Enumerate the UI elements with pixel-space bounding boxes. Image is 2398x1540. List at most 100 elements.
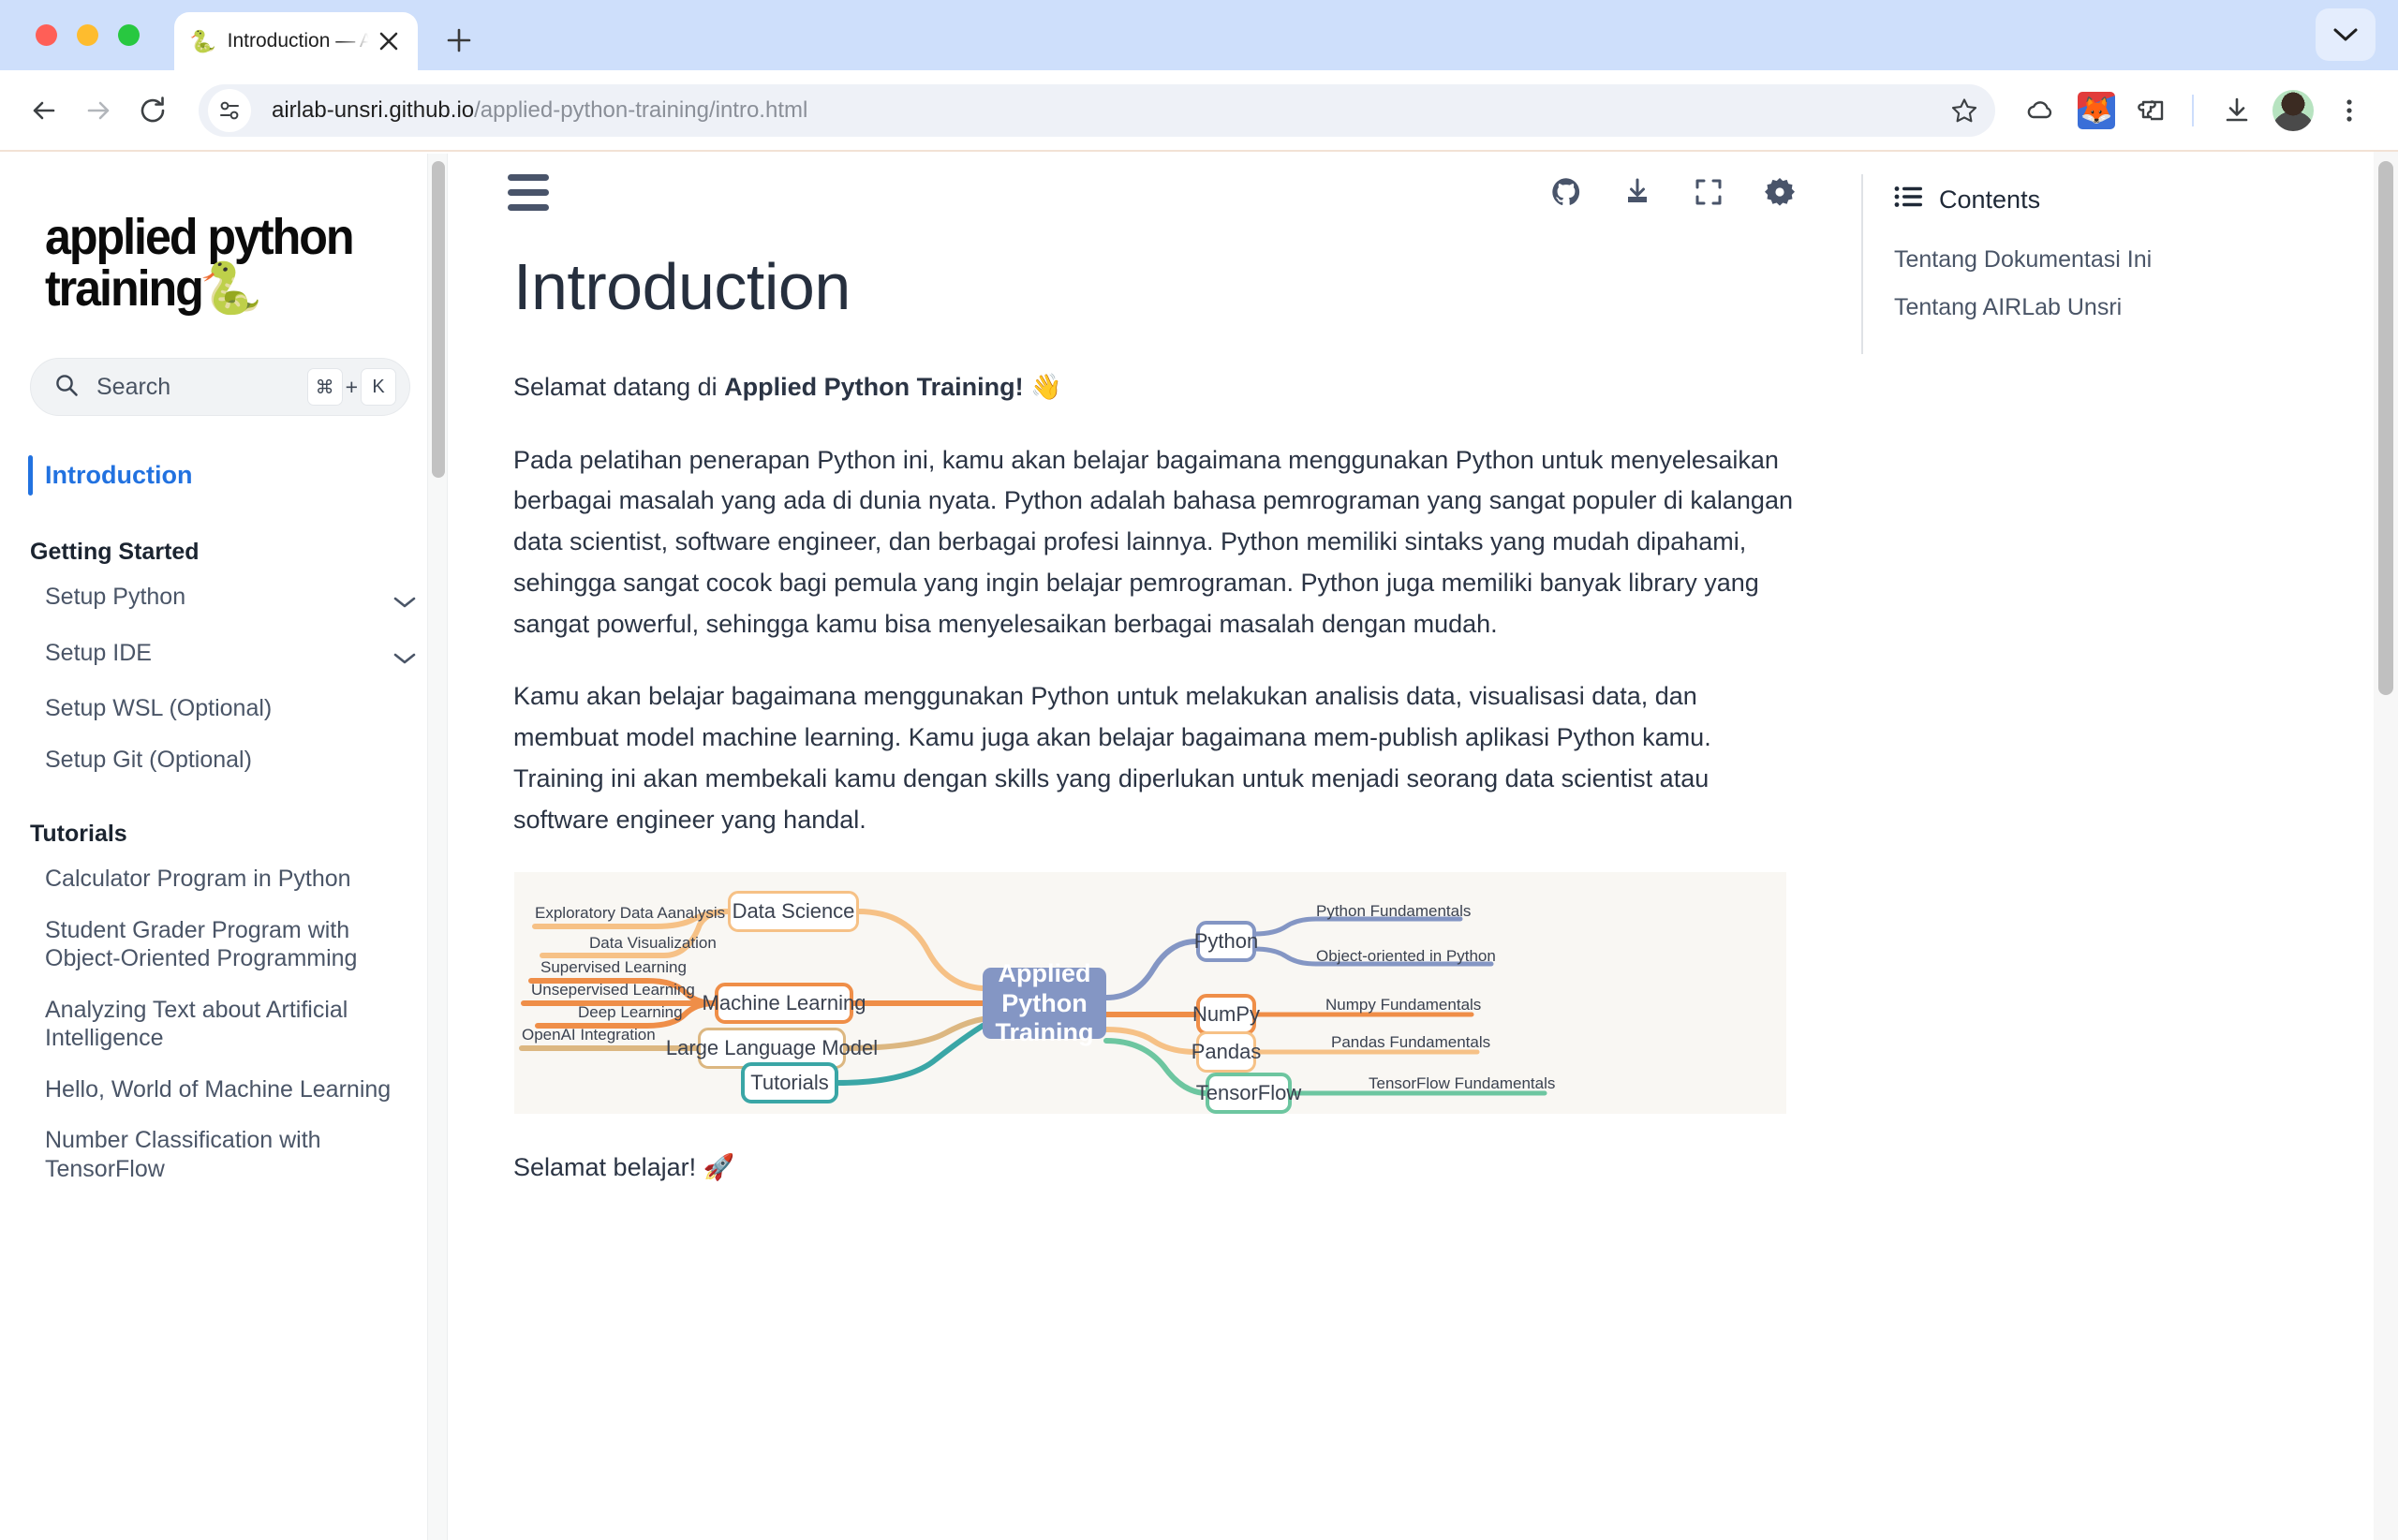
window-traffic-lights bbox=[36, 24, 140, 46]
contents-header: Contents bbox=[1894, 185, 2377, 215]
mindmap-node-machine-learning: Machine Learning bbox=[703, 983, 866, 1025]
page-scrollbar-thumb[interactable] bbox=[2378, 161, 2393, 695]
browser-toolbar: airlab-unsri.github.io/applied-python-tr… bbox=[0, 70, 2398, 150]
article-body: Introduction Selamat datang di Applied P… bbox=[468, 232, 1860, 1189]
sidebar-item-label: Number Classification with TensorFlow bbox=[45, 1127, 321, 1182]
paragraph-2: Kamu akan belajar bagaimana menggunakan … bbox=[513, 682, 1711, 834]
maximize-window-button[interactable] bbox=[118, 24, 140, 46]
reload-button[interactable] bbox=[126, 83, 180, 138]
menu-icon[interactable] bbox=[508, 173, 549, 211]
contents-divider bbox=[1861, 174, 1863, 354]
sidebar-item-calculator-program[interactable]: Calculator Program in Python bbox=[0, 853, 448, 905]
sidebar-item-label: Analyzing Text about Artificial Intellig… bbox=[45, 996, 348, 1052]
mindmap-node-tutorials: Tutorials bbox=[741, 1062, 838, 1104]
logo-line-1: applied python bbox=[45, 209, 355, 265]
sidebar-item-analyzing-text[interactable]: Analyzing Text about Artificial Intellig… bbox=[0, 985, 448, 1064]
search-kbd-modifier: ⌘ bbox=[306, 368, 343, 407]
forward-button[interactable] bbox=[71, 83, 126, 138]
sidebar-item-student-grader[interactable]: Student Grader Program with Object-Orien… bbox=[0, 905, 448, 985]
new-tab-button[interactable] bbox=[437, 18, 481, 63]
sidebar-item-setup-python[interactable]: Setup Python bbox=[0, 571, 448, 628]
page-scrollbar[interactable] bbox=[2374, 152, 2398, 1540]
mindmap-node-data-science: Data Science bbox=[728, 891, 859, 933]
site-logo[interactable]: applied python training🐍 bbox=[45, 209, 385, 318]
mindmap-figure: Exploratory Data Aanalysis Data Visualiz… bbox=[514, 872, 1786, 1115]
fox-extension-icon[interactable] bbox=[2070, 84, 2123, 137]
welcome-pre: Selamat datang di bbox=[513, 373, 725, 401]
contents-link-tentang-dokumentasi[interactable]: Tentang Dokumentasi Ini bbox=[1894, 246, 2377, 274]
close-window-button[interactable] bbox=[36, 24, 57, 46]
tab-favicon-icon: 🐍 bbox=[189, 28, 216, 53]
back-button[interactable] bbox=[17, 83, 71, 138]
close-tab-icon[interactable] bbox=[373, 25, 405, 57]
browser-tab[interactable]: 🐍 Introduction — Applied Python Training bbox=[174, 12, 418, 70]
main-content: Introduction Selamat datang di Applied P… bbox=[468, 152, 1860, 1540]
sidebar-item-setup-ide[interactable]: Setup IDE bbox=[0, 628, 448, 684]
sidebar-item-setup-wsl[interactable]: Setup WSL (Optional) bbox=[0, 683, 448, 734]
github-icon[interactable] bbox=[1547, 173, 1585, 211]
sidebar-item-label: Setup IDE bbox=[45, 639, 152, 666]
sidebar-heading-getting-started: Getting Started bbox=[30, 539, 200, 566]
chevron-down-icon[interactable] bbox=[393, 644, 416, 673]
sidebar-item-label: Setup Python bbox=[45, 584, 186, 611]
chrome-menu-icon[interactable] bbox=[2323, 84, 2376, 137]
mindmap-leaf: Deep Learning bbox=[578, 1003, 683, 1022]
toolbar-divider bbox=[2192, 94, 2194, 126]
bookmark-star-icon[interactable] bbox=[1941, 87, 1988, 134]
search-icon bbox=[53, 372, 80, 403]
welcome-bold: Applied Python Training! bbox=[724, 373, 1024, 401]
settings-gear-icon[interactable] bbox=[1761, 173, 1798, 211]
sidebar-item-setup-git[interactable]: Setup Git (Optional) bbox=[0, 734, 448, 786]
mindmap-leaf: Exploratory Data Aanalysis bbox=[535, 904, 726, 923]
mindmap-leaf: Numpy Fundamentals bbox=[1325, 996, 1482, 1014]
search-placeholder: Search bbox=[96, 373, 171, 400]
cloud-icon[interactable] bbox=[2014, 84, 2066, 137]
fullscreen-icon[interactable] bbox=[1690, 173, 1727, 211]
welcome-paragraph: Selamat datang di Applied Python Trainin… bbox=[513, 367, 1798, 408]
article-toolbar bbox=[468, 152, 1860, 232]
closing-paragraph: Selamat belajar! 🚀 bbox=[513, 1153, 735, 1182]
sidebar-heading-tutorials: Tutorials bbox=[30, 821, 127, 848]
profile-avatar[interactable] bbox=[2267, 84, 2319, 137]
address-bar-url: airlab-unsri.github.io/applied-python-tr… bbox=[272, 97, 807, 124]
list-icon bbox=[1894, 185, 1922, 215]
mindmap-node-python: Python bbox=[1194, 921, 1258, 963]
sidebar-scrollbar-thumb[interactable] bbox=[432, 161, 445, 478]
wave-emoji-icon: 👋 bbox=[1023, 373, 1062, 401]
contents-link-tentang-airlab[interactable]: Tentang AIRLab Unsri bbox=[1894, 294, 2377, 321]
mindmap-node-numpy: NumPy bbox=[1192, 994, 1260, 1036]
mindmap-leaf: Pandas Fundamentals bbox=[1331, 1033, 1491, 1052]
downloads-icon[interactable] bbox=[2211, 84, 2263, 137]
tab-search-chevron-button[interactable] bbox=[2316, 8, 2376, 61]
address-bar[interactable]: airlab-unsri.github.io/applied-python-tr… bbox=[199, 83, 1995, 137]
site-settings-icon[interactable] bbox=[208, 88, 251, 132]
sidebar-item-label: Calculator Program in Python bbox=[45, 866, 351, 893]
minimize-window-button[interactable] bbox=[77, 24, 98, 46]
sidebar-item-number-classification[interactable]: Number Classification with TensorFlow bbox=[0, 1115, 448, 1194]
url-host: airlab-unsri.github.io bbox=[272, 96, 475, 123]
snake-emoji-icon: 🐍 bbox=[200, 260, 263, 318]
contents-panel: Contents Tentang Dokumentasi Ini Tentang… bbox=[1860, 152, 2377, 1540]
chevron-down-icon[interactable] bbox=[393, 587, 416, 616]
contents-title: Contents bbox=[1939, 185, 2041, 214]
page-viewport: applied python training🐍 Search ⌘ + K In… bbox=[0, 150, 2398, 1540]
browser-window: 🐍 Introduction — Applied Python Training bbox=[0, 0, 2398, 1540]
sidebar-item-label: Hello, World of Machine Learning bbox=[45, 1075, 392, 1103]
search-kbd-plus: + bbox=[345, 374, 358, 399]
download-icon[interactable] bbox=[1619, 173, 1656, 211]
tab-title: Introduction — Applied Python Training bbox=[227, 30, 373, 52]
search-input[interactable]: Search ⌘ + K bbox=[30, 358, 410, 417]
mindmap-leaf: Supervised Learning bbox=[540, 958, 687, 977]
sidebar-item-introduction[interactable]: Introduction bbox=[0, 448, 448, 503]
mindmap-node-tensorflow: TensorFlow bbox=[1196, 1073, 1301, 1115]
sidebar-item-label: Setup WSL (Optional) bbox=[45, 695, 273, 722]
sidebar-nav: Introduction Getting Started Setup Pytho… bbox=[0, 448, 448, 1194]
search-kbd-key: K bbox=[361, 368, 396, 407]
mindmap-leaf: TensorFlow Fundamentals bbox=[1369, 1074, 1556, 1093]
doc-sidebar: applied python training🐍 Search ⌘ + K In… bbox=[0, 152, 448, 1540]
extensions-puzzle-icon[interactable] bbox=[2126, 84, 2179, 137]
sidebar-scrollbar[interactable] bbox=[427, 154, 448, 1540]
mindmap-leaf: Data Visualization bbox=[589, 934, 717, 953]
mindmap-leaf: OpenAI Integration bbox=[522, 1026, 656, 1044]
sidebar-item-hello-world-ml[interactable]: Hello, World of Machine Learning bbox=[0, 1064, 448, 1116]
